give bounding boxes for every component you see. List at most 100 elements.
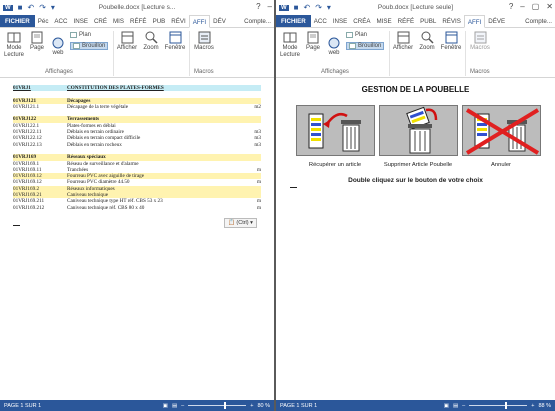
title-bar: W ■ ↶ ↷ ▾ Poub.docx [Lecture seule] ? – … xyxy=(276,0,555,15)
outline-icon xyxy=(70,32,77,38)
text-cursor xyxy=(13,225,20,226)
zoom-level[interactable]: 88 % xyxy=(538,403,551,409)
tab-déve[interactable]: DÉVE xyxy=(485,15,508,27)
tab-péc[interactable]: Péc xyxy=(35,15,52,27)
zoom-slider[interactable] xyxy=(188,402,247,409)
price-table: 01VRJ1 CONSTITUTION DES PLATES-FORMES 01VR… xyxy=(13,85,261,211)
tab-mis[interactable]: MIS xyxy=(110,15,127,27)
tab-affi[interactable]: AFFI xyxy=(188,15,211,28)
right-word-window: W ■ ↶ ↷ ▾ Poub.docx [Lecture seule] ? – … xyxy=(276,0,555,411)
tab-réfé[interactable]: RÉFÉ xyxy=(395,15,418,27)
tab-réfé[interactable]: RÉFÉ xyxy=(127,15,150,27)
ribbon-tabs: FICHIER Péc ACC INSE CRÉ MIS RÉFÉ PUB RÉVI AFFI DÉ… xyxy=(0,15,274,28)
document-area[interactable]: GESTION DE LA POUBELLE Récupérer un arti… xyxy=(276,79,555,400)
tab-acc[interactable]: ACC xyxy=(311,15,330,27)
page-icon xyxy=(307,31,319,44)
brouillon-view-option[interactable]: Brouillon xyxy=(70,42,109,50)
tab-révis[interactable]: RÉVIS xyxy=(439,15,464,27)
read-mode-icon[interactable]: ▣ xyxy=(163,403,168,409)
read-mode-icon[interactable]: ▣ xyxy=(444,403,449,409)
outline-icon xyxy=(346,32,353,38)
tab-acc[interactable]: ACC xyxy=(51,15,70,27)
maximize-icon[interactable]: ▢ xyxy=(532,2,540,11)
macros-button[interactable]: Macros xyxy=(192,31,216,52)
cancel-cross-icon xyxy=(465,108,540,155)
web-layout-button[interactable]: web xyxy=(49,37,67,57)
account-menu[interactable]: Compte... xyxy=(522,15,555,27)
zoom-thumb[interactable] xyxy=(224,402,227,409)
tab-fichier[interactable]: FICHIER xyxy=(0,15,35,27)
print-layout-icon[interactable]: ▤ xyxy=(453,403,458,409)
zoom-in-icon[interactable]: + xyxy=(531,403,534,409)
recover-article-label: Récupérer un article xyxy=(308,162,362,168)
minimize-icon[interactable]: – xyxy=(268,2,272,11)
close-icon[interactable]: ✕ xyxy=(546,2,553,11)
magnifier-icon xyxy=(145,31,158,44)
ribbon-separator xyxy=(113,31,114,76)
tab-dév[interactable]: DÉV xyxy=(210,15,229,27)
macros-button[interactable]: Macros xyxy=(468,31,492,52)
zoom-slider[interactable] xyxy=(469,402,528,409)
document-area[interactable]: 01VRJ1 CONSTITUTION DES PLATES-FORMES 01VR… xyxy=(0,79,274,400)
tab-affi[interactable]: AFFI xyxy=(463,15,486,28)
plan-view-option[interactable]: Plan xyxy=(70,32,91,38)
tab-révi[interactable]: RÉVI xyxy=(168,15,188,27)
web-layout-button[interactable]: web xyxy=(325,37,343,57)
page-heading: GESTION DE LA POUBELLE xyxy=(361,85,470,94)
afficher-button[interactable]: Afficher xyxy=(392,31,414,52)
zoom-out-icon[interactable]: – xyxy=(181,403,184,409)
page-count: PAGE 1 SUR 1 xyxy=(4,402,42,409)
tab-pub[interactable]: PUB xyxy=(150,15,169,27)
zoom-button[interactable]: Zoom xyxy=(417,31,437,52)
globe-icon xyxy=(328,37,340,49)
tab-mise[interactable]: MISE xyxy=(373,15,394,27)
zoom-in-icon[interactable]: + xyxy=(250,403,253,409)
tab-cré[interactable]: CRÉ xyxy=(91,15,110,27)
ribbon: Mode Lecture Page web Plan Brouillon Aff… xyxy=(0,28,274,78)
ribbon: Mode Lecture Page web Plan Brouillon Aff… xyxy=(276,28,555,78)
recover-article-button[interactable] xyxy=(296,105,375,156)
plan-view-option[interactable]: Plan xyxy=(346,32,367,38)
tab-inse[interactable]: INSE xyxy=(330,15,350,27)
ribbon-tabs: FICHIER ACC INSE CRÉA MISE RÉFÉ PUBL RÉVIS AFFI D… xyxy=(276,15,555,28)
account-menu[interactable]: Compte... xyxy=(241,15,274,27)
page-layout-button[interactable]: Page xyxy=(303,31,323,52)
mode-lecture-button[interactable]: Mode Lecture xyxy=(279,31,301,59)
recover-from-bin-icon xyxy=(308,113,361,152)
table-row: 01VRJ169.212 Caniveau technique réf. CBS … xyxy=(13,205,261,211)
mode-lecture-button[interactable]: Mode Lecture xyxy=(3,31,25,59)
delete-into-bin-icon xyxy=(406,106,438,154)
tab-inse[interactable]: INSE xyxy=(71,15,91,27)
tab-publ[interactable]: PUBL xyxy=(417,15,439,27)
cancel-button[interactable] xyxy=(462,105,541,156)
fenetre-button[interactable]: Fenêtre xyxy=(439,31,463,52)
tab-créa[interactable]: CRÉA xyxy=(350,15,373,27)
brouillon-view-option[interactable]: Brouillon xyxy=(346,42,385,50)
zoom-level[interactable]: 80 % xyxy=(257,403,270,409)
minimize-icon[interactable]: – xyxy=(520,2,524,11)
tab-fichier[interactable]: FICHIER xyxy=(276,15,311,27)
print-layout-icon[interactable]: ▤ xyxy=(172,403,177,409)
help-icon[interactable]: ? xyxy=(256,2,260,11)
zoom-out-icon[interactable]: – xyxy=(462,403,465,409)
book-icon xyxy=(7,32,21,43)
page-layout-button[interactable]: Page xyxy=(27,31,47,52)
zoom-button[interactable]: Zoom xyxy=(141,31,161,52)
ribbon-separator xyxy=(189,31,190,76)
ribbon-separator xyxy=(389,31,390,76)
help-icon[interactable]: ? xyxy=(509,2,513,11)
group-label-affichages: Affichages xyxy=(321,69,349,75)
zoom-thumb[interactable] xyxy=(505,402,508,409)
macro-icon xyxy=(474,31,486,44)
delete-article-button[interactable] xyxy=(379,105,458,156)
fenetre-button[interactable]: Fenêtre xyxy=(163,31,187,52)
status-bar: PAGE 1 SUR 1 ▣ ▤ – + 88 % xyxy=(276,400,555,411)
clipboard-icon: 📋 xyxy=(228,220,235,226)
group-label-affichages: Affichages xyxy=(45,69,73,75)
paste-options-button[interactable]: 📋 (Ctrl) ▾ xyxy=(224,218,257,228)
afficher-button[interactable]: Afficher xyxy=(116,31,138,52)
window-icon xyxy=(445,31,457,44)
page-count: PAGE 1 SUR 1 xyxy=(280,402,318,409)
window-controls: ? – xyxy=(256,2,272,11)
group-label-macros: Macros xyxy=(470,69,490,75)
